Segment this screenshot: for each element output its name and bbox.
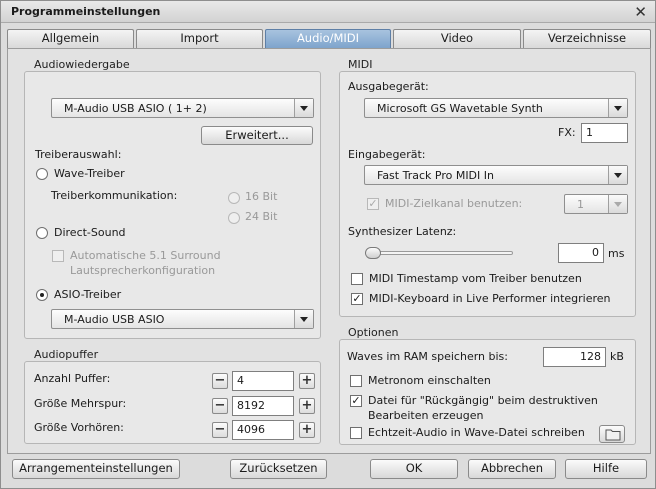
title-bar[interactable]: Programmeinstellungen ✕	[1, 1, 655, 23]
reset-button[interactable]: Zurücksetzen	[230, 459, 327, 479]
folder-icon	[605, 429, 621, 441]
buffer-count-decrement[interactable]: −	[212, 373, 228, 389]
bit24-label: 24 Bit	[245, 210, 278, 223]
waves-ram-label: Waves im RAM speichern bis:	[347, 350, 508, 363]
audio-device-select[interactable]: M-Audio USB ASIO ( 1+ 2)	[51, 98, 314, 118]
target-channel-value: 1	[577, 198, 584, 211]
preview-size-input[interactable]: 4096	[232, 420, 294, 440]
buffer-count-increment[interactable]: +	[299, 373, 315, 389]
waves-ram-input[interactable]: 128	[543, 347, 606, 367]
asio-driver-label[interactable]: ASIO-Treiber	[54, 288, 121, 301]
realtime-audio-label[interactable]: Echtzeit-Audio in Wave-Datei schreiben	[368, 426, 585, 439]
settings-dialog: Programmeinstellungen ✕ Allgemein Import…	[0, 0, 656, 489]
timestamp-checkbox[interactable]	[351, 273, 363, 285]
tab-verzeichnisse[interactable]: Verzeichnisse	[523, 29, 651, 48]
asio-device-value: M-Audio USB ASIO	[64, 313, 165, 326]
advanced-button[interactable]: Erweitert...	[201, 126, 313, 145]
target-channel-checkbox[interactable]: ✓	[367, 198, 379, 210]
multitrack-size-increment[interactable]: +	[299, 398, 315, 414]
asio-device-select[interactable]: M-Audio USB ASIO	[51, 309, 314, 329]
tab-allgemein[interactable]: Allgemein	[7, 29, 134, 48]
midi-title: MIDI	[348, 58, 373, 71]
fx-input[interactable]: 1	[581, 123, 628, 143]
midi-input-value: Fast Track Pro MIDI In	[377, 169, 494, 182]
tab-video[interactable]: Video	[393, 29, 521, 48]
latency-unit: ms	[608, 247, 625, 260]
latency-input[interactable]: 0	[558, 243, 604, 263]
close-icon[interactable]: ✕	[634, 3, 647, 21]
realtime-audio-checkbox[interactable]	[350, 427, 362, 439]
waves-ram-unit: kB	[610, 350, 624, 363]
chevron-down-icon[interactable]	[608, 99, 627, 117]
auto-surround-label-2: Lautsprecherkonfiguration	[70, 264, 216, 277]
tab-bar: Allgemein Import Audio/MIDI Video Verzei…	[7, 29, 651, 48]
tab-audio-midi[interactable]: Audio/MIDI	[265, 29, 391, 48]
target-channel-label: MIDI-Zielkanal benutzen:	[385, 197, 523, 210]
driver-selection-label: Treiberauswahl:	[35, 148, 122, 161]
ok-button[interactable]: OK	[370, 459, 458, 479]
multitrack-size-decrement[interactable]: −	[212, 398, 228, 414]
multitrack-size-input[interactable]: 8192	[232, 396, 294, 416]
direct-sound-radio[interactable]	[36, 227, 48, 239]
buffer-count-label: Anzahl Puffer:	[34, 372, 111, 385]
optionen-title: Optionen	[348, 326, 399, 339]
fx-label: FX:	[558, 126, 576, 139]
preview-size-label: Größe Vorhören:	[34, 421, 124, 434]
metronom-label[interactable]: Metronom einschalten	[368, 374, 491, 387]
bit16-radio[interactable]	[228, 192, 240, 204]
keyboard-checkbox[interactable]: ✓	[351, 293, 363, 305]
input-device-label: Eingabegerät:	[348, 148, 426, 161]
auto-surround-label-1: Automatische 5.1 Surround	[70, 249, 221, 262]
latency-slider-track[interactable]	[365, 251, 513, 255]
preview-size-decrement[interactable]: −	[212, 422, 228, 438]
chevron-down-icon[interactable]	[608, 166, 627, 184]
tab-import[interactable]: Import	[136, 29, 263, 48]
undo-file-label-2[interactable]: Bearbeiten erzeugen	[368, 409, 483, 422]
window-title: Programmeinstellungen	[11, 5, 161, 18]
chevron-down-icon[interactable]	[608, 195, 627, 213]
midi-input-select[interactable]: Fast Track Pro MIDI In	[364, 165, 628, 185]
audio-device-value: M-Audio USB ASIO ( 1+ 2)	[64, 102, 207, 115]
browse-folder-button[interactable]	[599, 425, 625, 443]
buffer-count-input[interactable]: 4	[232, 371, 294, 391]
midi-output-select[interactable]: Microsoft GS Wavetable Synth	[364, 98, 628, 118]
wave-driver-label[interactable]: Wave-Treiber	[54, 167, 125, 180]
keyboard-label[interactable]: MIDI-Keyboard in Live Performer integrie…	[369, 292, 611, 305]
arrangement-settings-button[interactable]: Arrangementeinstellungen	[12, 459, 180, 479]
preview-size-increment[interactable]: +	[299, 422, 315, 438]
chevron-down-icon[interactable]	[294, 310, 313, 328]
driver-communication-label: Treiberkommunikation:	[51, 189, 178, 202]
latency-label: Synthesizer Latenz:	[348, 225, 457, 238]
asio-driver-radio[interactable]	[36, 289, 48, 301]
undo-file-label-1[interactable]: Datei für "Rückgängig" beim destruktiven	[368, 394, 598, 407]
cancel-button[interactable]: Abbrechen	[468, 459, 556, 479]
midi-output-value: Microsoft GS Wavetable Synth	[377, 102, 543, 115]
audiopuffer-title: Audiopuffer	[34, 348, 99, 361]
help-button[interactable]: Hilfe	[565, 459, 647, 479]
bit24-radio[interactable]	[228, 212, 240, 224]
metronom-checkbox[interactable]	[350, 375, 362, 387]
multitrack-size-label: Größe Mehrspur:	[34, 397, 127, 410]
bit16-label: 16 Bit	[245, 190, 278, 203]
undo-file-checkbox[interactable]: ✓	[350, 395, 362, 407]
latency-slider-thumb[interactable]	[365, 247, 381, 259]
auto-surround-checkbox[interactable]	[52, 250, 64, 262]
chevron-down-icon[interactable]	[294, 99, 313, 117]
output-device-label: Ausgabegerät:	[348, 80, 429, 93]
wave-driver-radio[interactable]	[36, 168, 48, 180]
audiowiedergabe-title: Audiowiedergabe	[34, 58, 130, 71]
timestamp-label[interactable]: MIDI Timestamp vom Treiber benutzen	[369, 272, 582, 285]
target-channel-select[interactable]: 1	[564, 194, 628, 214]
direct-sound-label[interactable]: Direct-Sound	[54, 226, 126, 239]
